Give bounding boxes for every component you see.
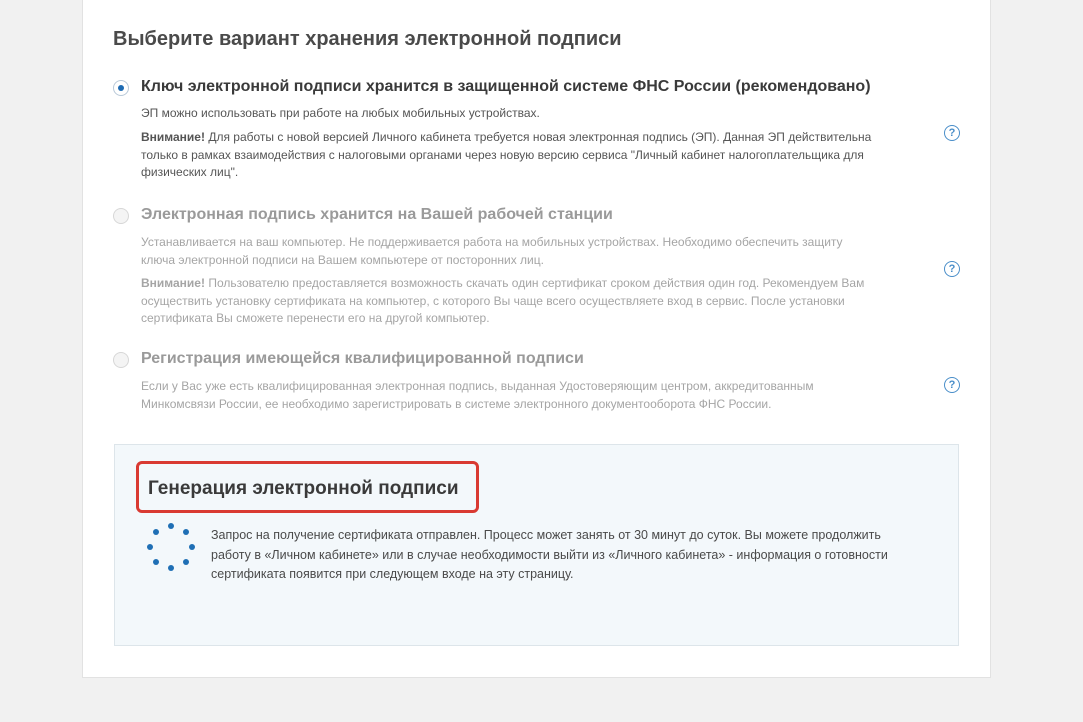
spinner-dot (183, 529, 189, 535)
page-title: Выберите вариант хранения электронной по… (113, 28, 622, 50)
description-line: ключа электронной подписи на Вашем компь… (141, 252, 544, 267)
spinner-dot (168, 523, 174, 529)
radio-unselected-icon[interactable] (113, 208, 129, 224)
warning-text-line: Пользователю предоставляется возможность… (204, 276, 865, 290)
spinner-dot (153, 559, 159, 565)
generation-title: Генерация электронной подписи (148, 478, 459, 499)
radio-unselected-icon[interactable] (113, 352, 129, 368)
warning-text-line: только в рамках взаимодействия с налогов… (141, 147, 864, 162)
option-warning: Внимание! Пользователю предоставляется в… (141, 275, 931, 328)
option-label[interactable]: Регистрация имеющейся квалифицированной … (141, 350, 584, 368)
description-line: Минкомсвязи России, ее необходимо зареги… (141, 396, 772, 411)
description-line: Устанавливается на ваш компьютер. Не под… (141, 235, 843, 249)
spinner-dot (183, 559, 189, 565)
status-line: Запрос на получение сертификата отправле… (211, 528, 881, 542)
help-icon[interactable]: ? (944, 125, 960, 141)
help-icon[interactable]: ? (944, 261, 960, 277)
option-label[interactable]: Электронная подпись хранится на Вашей ра… (141, 206, 613, 224)
warning-text-line: физических лиц". (141, 165, 239, 179)
spinner-dot (168, 565, 174, 571)
status-line: работу в «Личном кабинете» или в случае … (211, 547, 888, 562)
option-description: Устанавливается на ваш компьютер. Не под… (141, 234, 931, 269)
spinner-dot (189, 544, 195, 550)
warning-text-line: сертификата Вы сможете перенести его на … (141, 311, 490, 325)
warning-text-line: Для работы с новой версией Личного кабин… (204, 130, 872, 144)
description-line: Если у Вас уже есть квалифицированная эл… (141, 379, 814, 393)
option-description: ЭП можно использовать при работе на любы… (141, 106, 540, 120)
loading-spinner-icon (145, 523, 197, 575)
generation-title-highlight: Генерация электронной подписи (136, 461, 479, 513)
help-icon[interactable]: ? (944, 377, 960, 393)
spinner-dot (147, 544, 153, 550)
spinner-dot (153, 529, 159, 535)
generation-status-text: Запрос на получение сертификата отправле… (211, 526, 931, 585)
option-label[interactable]: Ключ электронной подписи хранится в защи… (141, 78, 871, 96)
option-description: Если у Вас уже есть квалифицированная эл… (141, 378, 931, 413)
status-line: сертификата появится при следующем входе… (211, 567, 574, 581)
warning-title: Внимание! (141, 276, 205, 290)
warning-title: Внимание! (141, 130, 205, 144)
option-warning: Внимание! Для работы с новой версией Лич… (141, 129, 931, 182)
warning-text-line: осуществить установку сертификата на ком… (141, 293, 845, 308)
radio-selected-icon[interactable] (113, 80, 129, 96)
